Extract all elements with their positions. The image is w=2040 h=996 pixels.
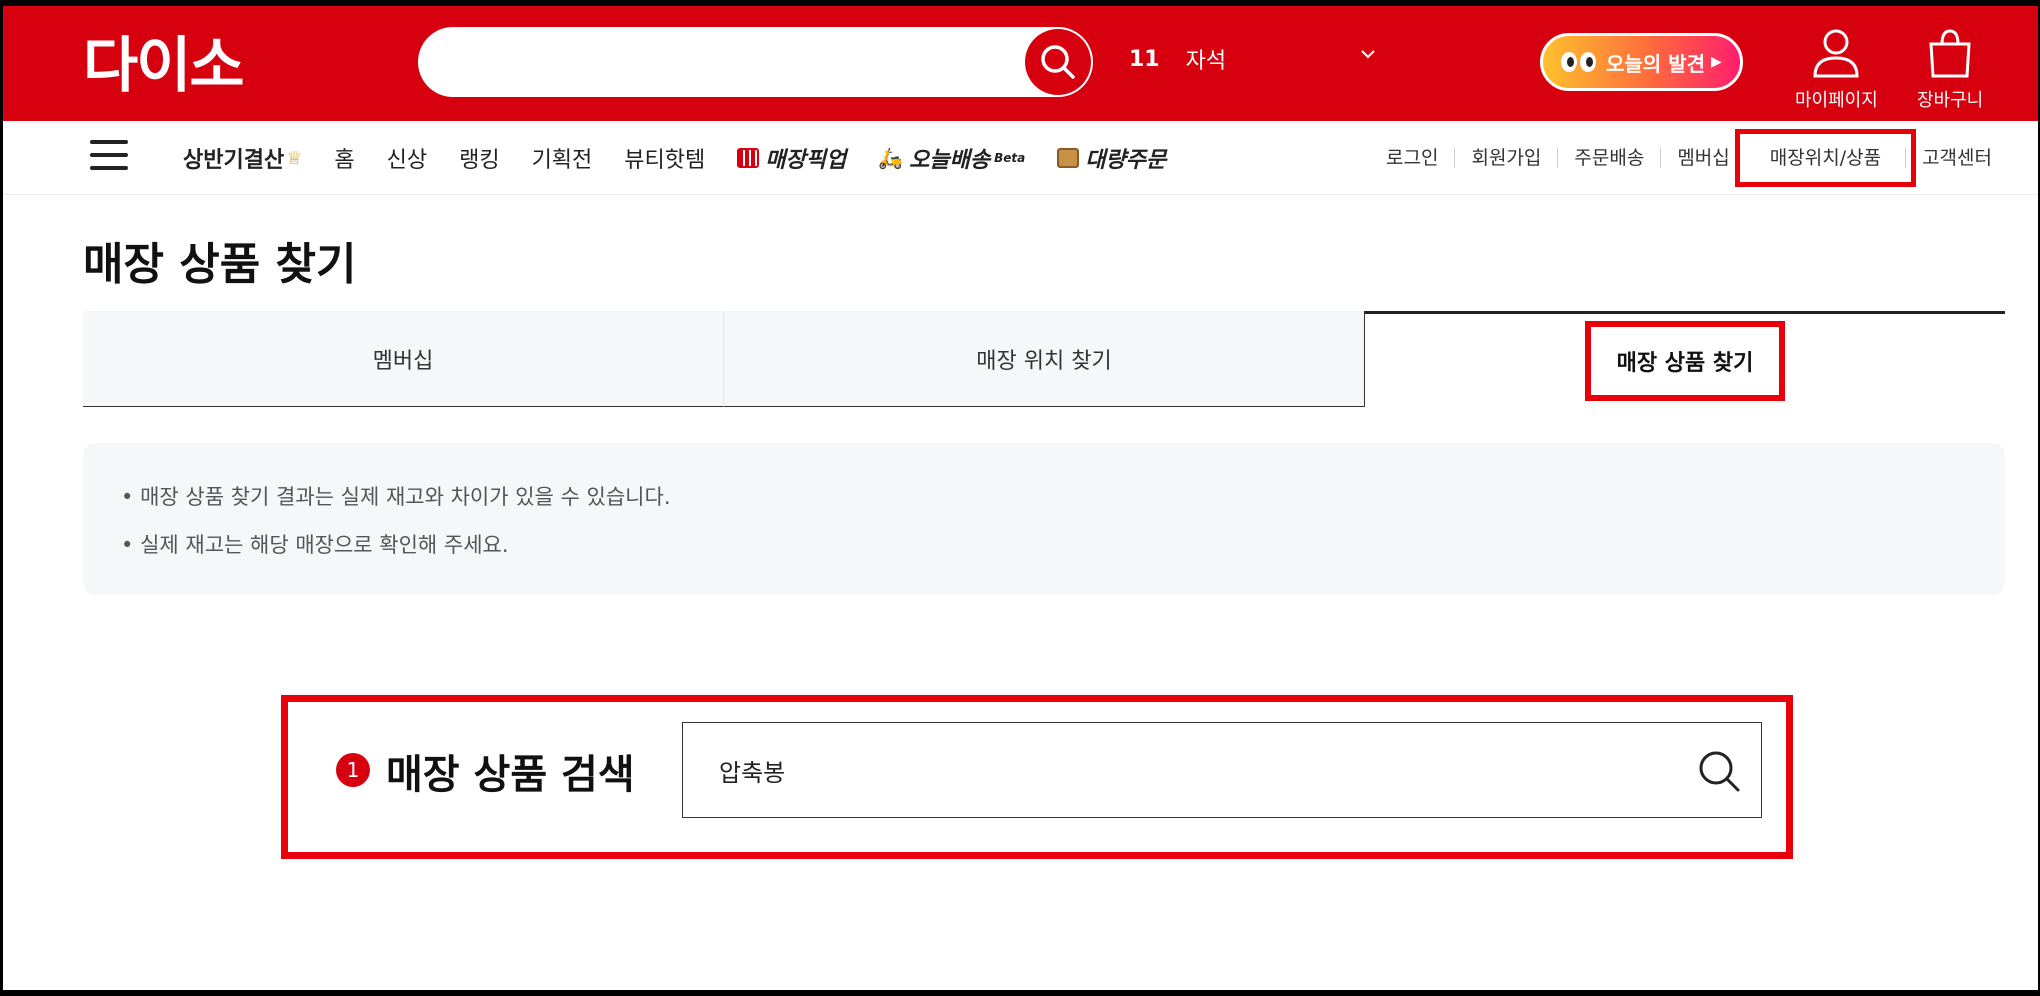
trending-keyword-text: 자석 (1185, 49, 1227, 74)
nav-item-exhibition[interactable]: 기획전 (532, 142, 593, 174)
shopping-bag-icon (1929, 29, 1971, 78)
product-search-label: 매장 상품 검색 (386, 752, 635, 798)
nav-item-new[interactable]: 신상 (387, 142, 427, 174)
scooter-icon: 🛵 (878, 146, 904, 170)
nav-item-today-delivery[interactable]: 🛵 오늘배송 Beta (878, 142, 1025, 174)
cart-button[interactable]: 장바구니 (1917, 28, 1983, 112)
order-delivery-link[interactable]: 주문배송 (1557, 148, 1660, 168)
signup-link[interactable]: 회원가입 (1454, 148, 1557, 168)
store-icon (737, 148, 760, 168)
box-icon (1057, 148, 1080, 168)
product-search-section: 1 매장 상품 검색 (281, 695, 1793, 859)
menu-icon[interactable] (90, 140, 128, 172)
nav-item-store-pickup[interactable]: 매장픽업 (737, 142, 846, 174)
nav-item-ranking[interactable]: 랭킹 (459, 142, 499, 174)
header-search-button[interactable] (1025, 29, 1091, 95)
trophy-icon: ♕ (286, 147, 303, 169)
tab-membership[interactable]: 멤버십 (83, 311, 723, 407)
tab-bar: 멤버십 매장 위치 찾기 매장 상품 찾기 (83, 311, 2005, 407)
search-icon (1041, 45, 1075, 79)
notice-item: 매장 상품 찾기 결과는 실제 재고와 차이가 있을 수 있습니다. (121, 481, 2005, 511)
notice-box: 매장 상품 찾기 결과는 실제 재고와 차이가 있을 수 있습니다. 실제 재고… (83, 443, 2005, 595)
today-discovery-label: 오늘의 발견 (1606, 51, 1705, 76)
product-search-input[interactable] (719, 723, 1679, 817)
mypage-button[interactable]: 마이페이지 (1795, 28, 1878, 112)
beta-badge: Beta (994, 151, 1026, 165)
store-location-product-link[interactable]: 매장위치/상품 (1734, 129, 1917, 187)
cart-label: 장바구니 (1917, 90, 1984, 111)
nav-item-beauty[interactable]: 뷰티핫템 (624, 142, 705, 174)
today-discovery-button[interactable]: 오늘의 발견 ▶ (1540, 33, 1743, 91)
page-title: 매장 상품 찾기 (83, 239, 357, 290)
logo-text: 다이소 (83, 31, 243, 98)
daiso-logo[interactable]: 다이소 (83, 28, 288, 98)
membership-link[interactable]: 멤버십 (1660, 148, 1745, 168)
trending-keyword[interactable]: 11 자석 (1129, 36, 1226, 82)
notice-item: 실제 재고는 해당 매장으로 확인해 주세요. (121, 529, 2005, 559)
page: 다이소 11 자석 오늘의 발견 ▶ 마이페이지 장바구니 상반기결산 ♕ 홈 … (3, 6, 2038, 990)
main-nav: 상반기결산 ♕ 홈 신상 랭킹 기획전 뷰티핫템 매장픽업 🛵 오늘배송 Bet… (3, 121, 2038, 195)
tab-store-location[interactable]: 매장 위치 찾기 (723, 311, 1364, 407)
nav-items: 상반기결산 ♕ 홈 신상 랭킹 기획전 뷰티핫템 매장픽업 🛵 오늘배송 Bet… (183, 121, 1198, 195)
product-search-field[interactable] (682, 722, 1762, 818)
nav-item-home[interactable]: 홈 (334, 142, 354, 174)
chevron-down-icon[interactable] (1359, 48, 1377, 60)
util-links: 로그인 회원가입 주문배송 멤버십 매장위치/상품 고객센터 (1370, 121, 2008, 195)
nav-item-bulk-order[interactable]: 대량주문 (1057, 142, 1166, 174)
header: 다이소 11 자석 오늘의 발견 ▶ 마이페이지 장바구니 (3, 6, 2038, 121)
step-badge: 1 (336, 753, 370, 787)
trending-rank-number: 11 (1129, 46, 1160, 72)
user-icon (1813, 29, 1859, 78)
nav-item-half-year[interactable]: 상반기결산 ♕ (183, 142, 302, 174)
header-search-input[interactable] (448, 27, 1008, 97)
play-arrow-icon: ▶ (1710, 54, 1722, 70)
eyes-icon (1561, 52, 1596, 72)
customer-center-link[interactable]: 고객센터 (1905, 148, 2008, 168)
search-icon[interactable] (1697, 749, 1741, 793)
tab-store-product[interactable]: 매장 상품 찾기 (1364, 311, 2005, 407)
header-search[interactable] (418, 27, 1093, 97)
mypage-label: 마이페이지 (1795, 90, 1878, 111)
login-link[interactable]: 로그인 (1370, 148, 1454, 168)
